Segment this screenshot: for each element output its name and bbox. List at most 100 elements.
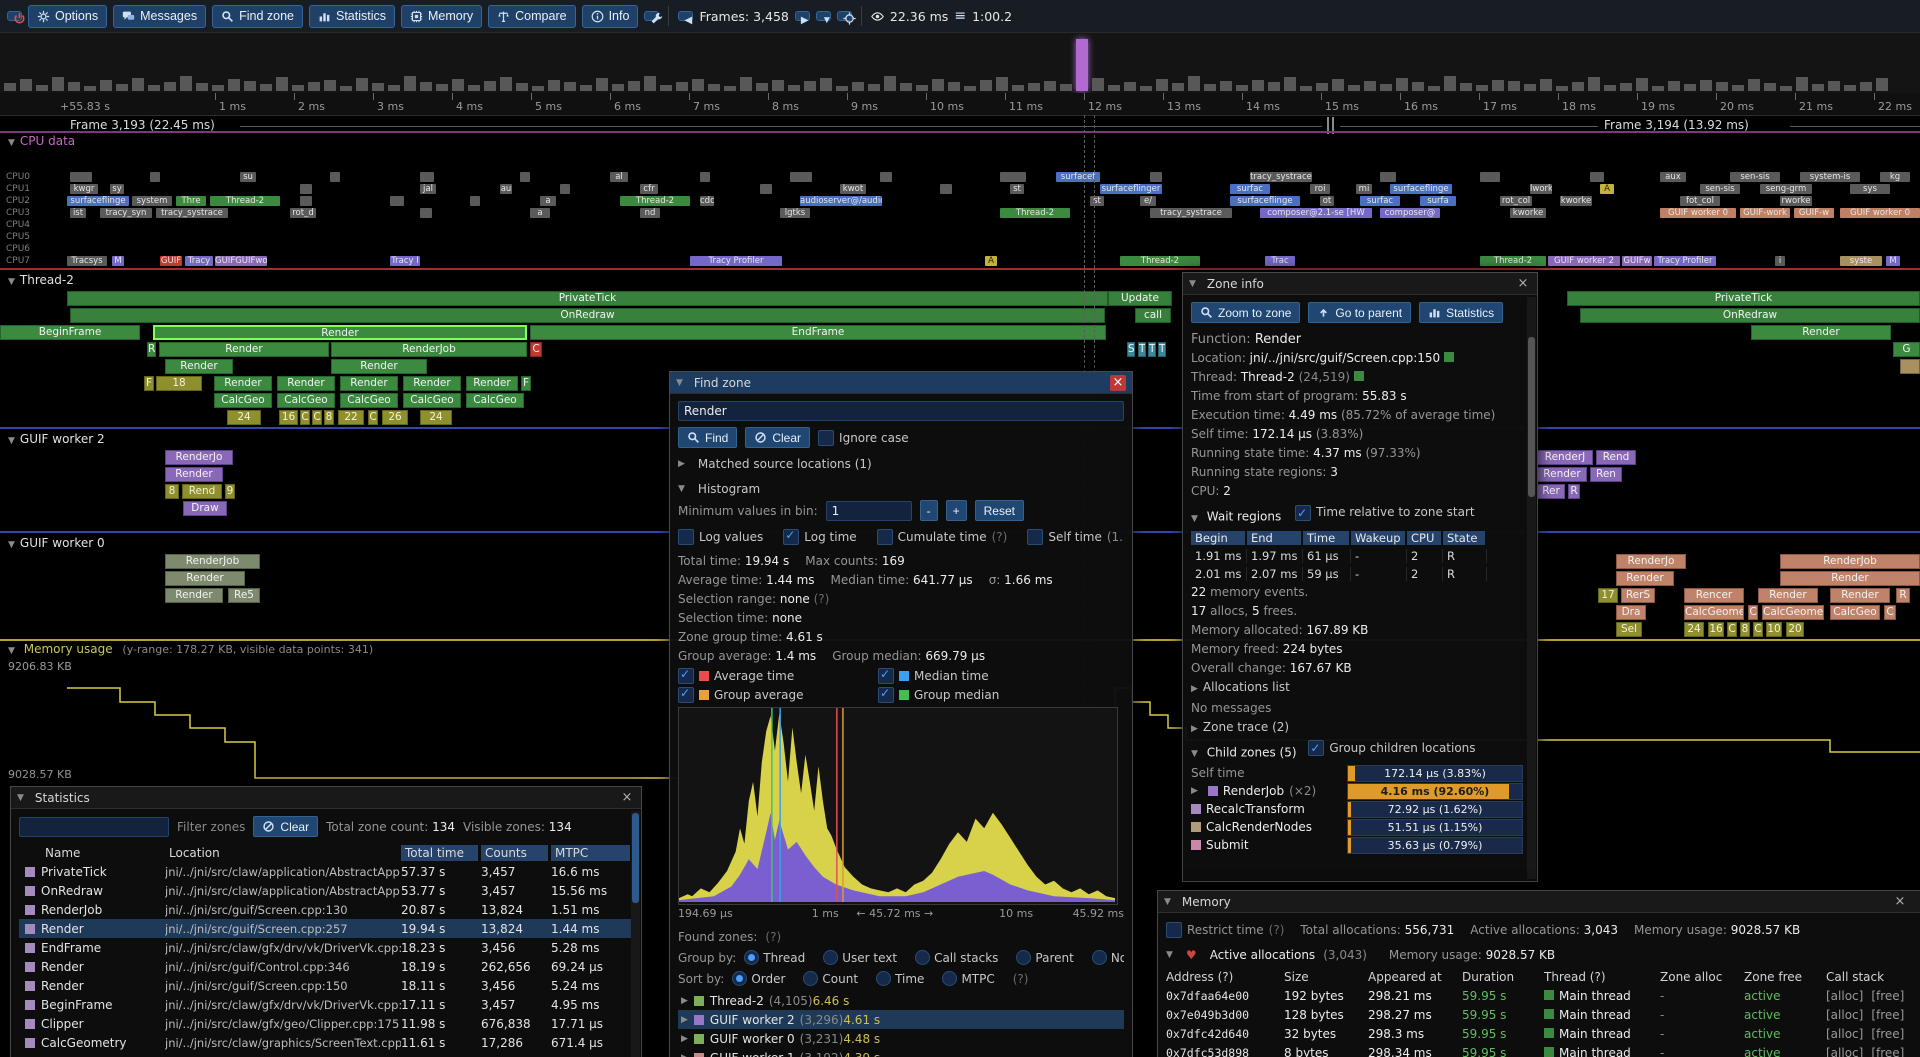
cpu-zone[interactable]: Tracy Profiler [690,256,782,266]
cpu-zone[interactable]: system [132,196,172,206]
cpu-zone[interactable] [760,184,772,194]
timeline-zone[interactable]: Render [159,342,329,357]
cpu-zone[interactable]: GUIF worker 2 [1548,256,1620,266]
allocation-address[interactable]: 0x7dfaa64e00 [1166,989,1284,1003]
close-icon[interactable]: × [1892,894,1908,910]
frame-bar[interactable] [1668,81,1680,91]
timeline-zone[interactable]: 24 [420,410,452,425]
radio-user-text[interactable]: User text [823,950,897,965]
frame-bar[interactable] [644,76,656,91]
collapse-icon[interactable]: ▼ [8,277,15,287]
frame-bar[interactable] [1684,84,1696,91]
frame-dropdown-button[interactable]: ▼ [816,11,831,21]
find-zone-titlebar[interactable]: ▼ Find zone × [670,372,1132,394]
frame-bar[interactable] [388,85,400,91]
option-checkbox-cumulate-time[interactable]: Cumulate time (?) [877,529,1008,545]
frame-bar[interactable] [500,77,512,91]
frame-bar[interactable] [1748,79,1760,91]
timeline-zone[interactable]: CalcGeo [214,393,272,408]
radio-call-stacks[interactable]: Call stacks [915,950,998,965]
zone-location[interactable]: jni/../jni/src/guif/Screen.cpp:150 [1250,351,1441,365]
frame-bar[interactable] [820,78,832,91]
child-zone-row[interactable]: CalcRenderNodes51.51 µs (1.15%) [1191,818,1523,836]
column-header-zone-alloc[interactable]: Zone alloc [1660,970,1744,984]
allocation-address[interactable]: 0x7dfc53d898 [1166,1046,1284,1057]
frame-bar[interactable] [100,80,112,91]
frame-bar[interactable] [52,77,64,91]
timeline-zone[interactable]: Render [1616,571,1674,586]
radio-no-grouping[interactable]: No grouping [1092,950,1124,965]
table-row[interactable]: OnRedrawjni/../jni/src/claw/application/… [19,881,633,900]
timeline-zone[interactable]: G [1893,342,1920,357]
frame-bar[interactable] [276,77,288,91]
min-bin-input[interactable] [826,501,912,521]
filter-zones-input[interactable] [19,817,169,837]
frame-bar[interactable] [260,84,272,91]
cpu-zone[interactable] [420,208,432,218]
cpu-zone[interactable]: GUIF worker 0 [1660,208,1736,218]
cpu-zone[interactable]: surfaceflinge [1390,184,1452,194]
close-icon[interactable]: × [619,790,635,806]
timeline-zone[interactable]: Rend [1596,450,1636,465]
timeline-zone[interactable]: Render [165,571,245,586]
frame-bar[interactable] [324,80,336,91]
cpu-zone[interactable]: Tracy [185,256,213,266]
frame-bar[interactable] [1076,39,1088,91]
option-checkbox-self-time[interactable]: Self time (1.16%) [1027,529,1124,545]
frame-bar[interactable] [996,77,1008,91]
timeline-zone[interactable]: RerS [1621,588,1655,603]
frame-bar[interactable] [756,83,768,91]
cpu-zone[interactable]: nd [640,208,660,218]
timeline-zone[interactable]: R [1568,484,1580,499]
messages-button[interactable]: Messages [113,5,206,28]
cpu-zone[interactable]: Thread-2 [620,196,690,206]
timeline-zone[interactable]: Update [1108,291,1172,306]
tools-button[interactable] [644,11,659,21]
clear-button[interactable]: Clear [745,427,810,448]
ignore-case-checkbox[interactable]: Ignore case [818,430,909,446]
frame-bar[interactable] [1092,78,1104,91]
scrollbar[interactable] [1527,297,1536,879]
frame-bar[interactable] [1284,77,1296,91]
timeline-zone[interactable]: Rencer [1684,588,1744,603]
frame-bar[interactable] [212,85,224,91]
frame-bar[interactable] [948,82,960,91]
active-allocations-toggle[interactable]: ▼ ♥ Active allocations (3,043) Memory us… [1166,945,1920,964]
timeline-zone[interactable]: Render [403,376,461,391]
column-header-size[interactable]: Size [1284,970,1368,984]
frame-bar[interactable] [580,85,592,91]
timeline-zone[interactable]: CalcGeo [277,393,335,408]
timeline-zone[interactable]: Render [165,467,223,482]
matched-locations-toggle[interactable]: ▶Matched source locations (1) [678,454,1124,473]
frame-bar[interactable] [1876,78,1888,91]
option-checkbox-log-values[interactable]: Log values [678,529,763,545]
zone-info-titlebar[interactable]: ▼ Zone info × [1183,273,1537,295]
timeline-zone[interactable]: OnRedraw [70,308,1105,323]
frame-bar[interactable] [1492,80,1504,91]
cpu-zone[interactable]: Tracsys [67,256,107,266]
radio-time[interactable]: Time [876,971,924,986]
cpu-zone[interactable]: tracy_syn [100,208,152,218]
cpu-zone[interactable]: surfaceflinger [1100,184,1162,194]
close-icon[interactable]: × [1110,375,1126,391]
frame-bar[interactable] [180,76,192,91]
cpu-zone[interactable]: M [1886,256,1900,266]
timeline-zone[interactable]: Draw [183,501,227,516]
frame-bar[interactable] [868,84,880,91]
cpu-zone[interactable]: GUIF-work [1740,208,1790,218]
cpu-zone[interactable] [300,196,312,206]
reset-button[interactable]: Reset [975,500,1024,521]
timeline-zone[interactable]: OnRedraw [1580,308,1920,323]
column-header-duration[interactable]: Duration [1462,970,1544,984]
frame-bar[interactable] [916,85,928,91]
frame-bar[interactable] [516,83,528,91]
timeline-zone[interactable]: Render [466,376,518,391]
timeline-zone[interactable]: Ren [1590,467,1622,482]
cpu-zone[interactable]: GUIF worker 0 [1840,208,1920,218]
cpu-zone[interactable] [700,172,710,182]
timeline-zone[interactable]: Render [1751,325,1891,340]
frame-bar[interactable] [1700,80,1712,91]
cpu-zone[interactable]: ist [70,208,86,218]
cpu-zone[interactable]: M [112,256,124,266]
option-checkbox-log-time[interactable]: Log time [783,529,856,545]
